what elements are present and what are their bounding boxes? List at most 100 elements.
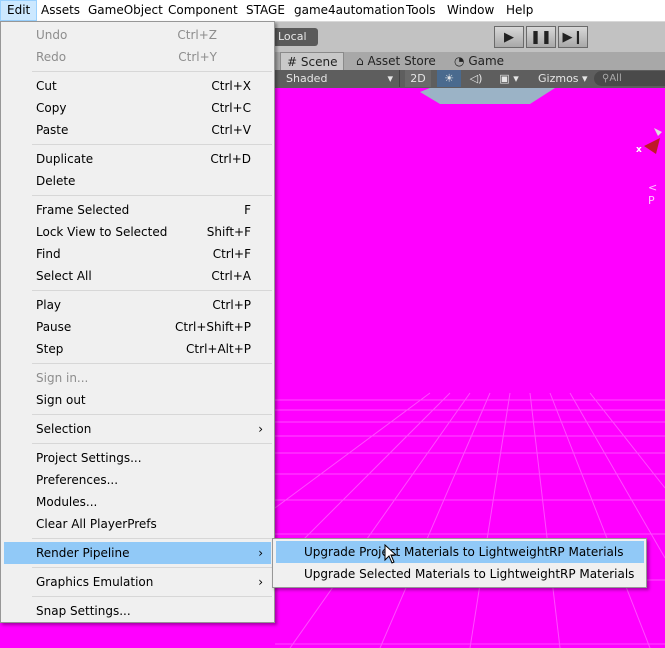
pacman-icon: ◔ <box>454 54 465 68</box>
menu-item-label: Pause <box>36 320 72 334</box>
scene-audio-toggle[interactable]: ◁) <box>463 70 489 87</box>
play-icon: ▶ <box>504 30 514 45</box>
menu-separator <box>32 290 272 291</box>
menu-item-label: Project Settings... <box>36 451 142 465</box>
menu-item-pause[interactable]: Pause Ctrl+Shift+P <box>4 316 271 338</box>
menu-item-shortcut: Ctrl+D <box>210 152 251 166</box>
toggle-2d-button[interactable]: 2D <box>405 70 431 87</box>
chevron-right-icon: › <box>258 546 263 560</box>
render-pipeline-submenu: Upgrade Project Materials to Lightweight… <box>272 538 647 588</box>
menu-item-shortcut: Ctrl+Shift+P <box>175 320 251 334</box>
menu-item-play[interactable]: Play Ctrl+P <box>4 294 271 316</box>
scene-effects-dropdown[interactable]: ▣ ▾ <box>491 70 527 87</box>
play-button[interactable]: ▶ <box>494 26 524 48</box>
menu-edit[interactable]: Edit <box>0 0 38 21</box>
shading-mode-value: Shaded <box>286 72 328 85</box>
toggle-2d-label: 2D <box>410 72 426 85</box>
menu-tools[interactable]: Tools <box>400 0 442 21</box>
menu-item-upgrade-selected-materials[interactable]: Upgrade Selected Materials to Lightweigh… <box>276 563 644 585</box>
menu-item-label: Upgrade Selected Materials to Lightweigh… <box>304 567 635 581</box>
chevron-down-icon: ▾ <box>387 72 393 85</box>
menu-item-paste[interactable]: Paste Ctrl+V <box>4 119 271 141</box>
menu-item-label: Upgrade Project Materials to Lightweight… <box>304 545 624 559</box>
menu-item-selection[interactable]: Selection › <box>4 418 271 440</box>
tab-scene[interactable]: # Scene <box>280 52 344 70</box>
menu-item-label: Sign out <box>36 393 86 407</box>
menu-item-upgrade-project-materials[interactable]: Upgrade Project Materials to Lightweight… <box>276 541 644 563</box>
menu-item-sign-in[interactable]: Sign in... <box>4 367 271 389</box>
menu-item-clear-playerprefs[interactable]: Clear All PlayerPrefs <box>4 513 271 535</box>
menu-separator <box>32 538 272 539</box>
menu-item-label: Sign in... <box>36 371 89 385</box>
gizmo-x-label: x <box>636 145 642 155</box>
menu-item-label: Redo <box>36 50 67 64</box>
menu-item-shortcut: Ctrl+Y <box>178 50 217 64</box>
menu-item-label: Render Pipeline <box>36 546 130 560</box>
menu-item-graphics-emulation[interactable]: Graphics Emulation › <box>4 571 271 593</box>
menu-item-label: Delete <box>36 174 76 188</box>
mouse-cursor-icon <box>384 544 398 564</box>
menu-item-preferences[interactable]: Preferences... <box>4 469 271 491</box>
menu-stage[interactable]: STAGE <box>240 0 291 21</box>
menu-item-step[interactable]: Step Ctrl+Alt+P <box>4 338 271 360</box>
menu-item-render-pipeline[interactable]: Render Pipeline › <box>4 542 271 564</box>
pause-icon: ❚❚ <box>530 30 552 45</box>
menu-separator <box>32 195 272 196</box>
pivot-rotation-toggle[interactable]: Local <box>272 28 318 46</box>
menu-item-shortcut: Ctrl+Alt+P <box>186 342 251 356</box>
gizmos-label: Gizmos <box>538 72 579 85</box>
menu-item-snap-settings[interactable]: Snap Settings... <box>4 600 271 622</box>
menu-item-sign-out[interactable]: Sign out <box>4 389 271 411</box>
menu-item-label: Duplicate <box>36 152 94 166</box>
menu-item-lock-view[interactable]: Lock View to Selected Shift+F <box>4 221 271 243</box>
menu-item-redo[interactable]: Redo Ctrl+Y <box>4 46 271 68</box>
menu-bar: Edit Assets GameObject Component STAGE g… <box>0 0 665 22</box>
menu-item-label: Snap Settings... <box>36 604 131 618</box>
tab-asset-store[interactable]: ⌂ Asset Store <box>350 52 442 70</box>
tab-asset-store-label: Asset Store <box>367 54 436 68</box>
menu-item-shortcut: Ctrl+Z <box>177 28 217 42</box>
menu-item-duplicate[interactable]: Duplicate Ctrl+D <box>4 148 271 170</box>
gizmo-persp-label[interactable]: < P <box>648 181 665 207</box>
menu-assets[interactable]: Assets <box>35 0 86 21</box>
menu-item-delete[interactable]: Delete <box>4 170 271 192</box>
menu-window[interactable]: Window <box>441 0 500 21</box>
menu-separator <box>32 144 272 145</box>
menu-gameobject[interactable]: GameObject <box>82 0 169 21</box>
tab-game[interactable]: ◔ Game <box>448 52 512 70</box>
menu-item-label: Lock View to Selected <box>36 225 168 239</box>
step-button[interactable]: ▶❙ <box>558 26 588 48</box>
menu-separator <box>32 567 272 568</box>
axis-gizmo-icon[interactable] <box>640 128 665 158</box>
scene-search-input[interactable]: ⚲All <box>594 71 665 86</box>
shading-mode-dropdown[interactable]: Shaded ▾ <box>280 70 400 87</box>
sun-icon: ☀ <box>444 72 454 85</box>
menu-item-label: Clear All PlayerPrefs <box>36 517 157 531</box>
chevron-down-icon: ▾ <box>513 72 519 85</box>
menu-game4automation[interactable]: game4automation <box>288 0 411 21</box>
search-placeholder: All <box>609 73 622 84</box>
menu-item-label: Paste <box>36 123 69 137</box>
menu-item-copy[interactable]: Copy Ctrl+C <box>4 97 271 119</box>
menu-separator <box>32 363 272 364</box>
pause-button[interactable]: ❚❚ <box>526 26 556 48</box>
menu-item-label: Modules... <box>36 495 98 509</box>
menu-item-undo[interactable]: Undo Ctrl+Z <box>4 24 271 46</box>
menu-item-shortcut: Shift+F <box>206 225 251 239</box>
menu-help[interactable]: Help <box>500 0 539 21</box>
menu-item-cut[interactable]: Cut Ctrl+X <box>4 75 271 97</box>
chevron-right-icon: › <box>258 575 263 589</box>
menu-item-find[interactable]: Find Ctrl+F <box>4 243 271 265</box>
menu-component[interactable]: Component <box>162 0 244 21</box>
menu-item-select-all[interactable]: Select All Ctrl+A <box>4 265 271 287</box>
store-icon: ⌂ <box>356 54 364 68</box>
gizmos-dropdown[interactable]: Gizmos ▾ <box>533 70 589 87</box>
scene-lighting-toggle[interactable]: ☀ <box>437 70 461 87</box>
step-icon: ▶❙ <box>562 30 584 45</box>
edit-menu-dropdown: Undo Ctrl+Z Redo Ctrl+Y Cut Ctrl+X Copy … <box>0 21 275 623</box>
menu-item-project-settings[interactable]: Project Settings... <box>4 447 271 469</box>
menu-item-frame-selected[interactable]: Frame Selected F <box>4 199 271 221</box>
menu-item-modules[interactable]: Modules... <box>4 491 271 513</box>
menu-item-label: Undo <box>36 28 68 42</box>
menu-item-label: Graphics Emulation <box>36 575 154 589</box>
